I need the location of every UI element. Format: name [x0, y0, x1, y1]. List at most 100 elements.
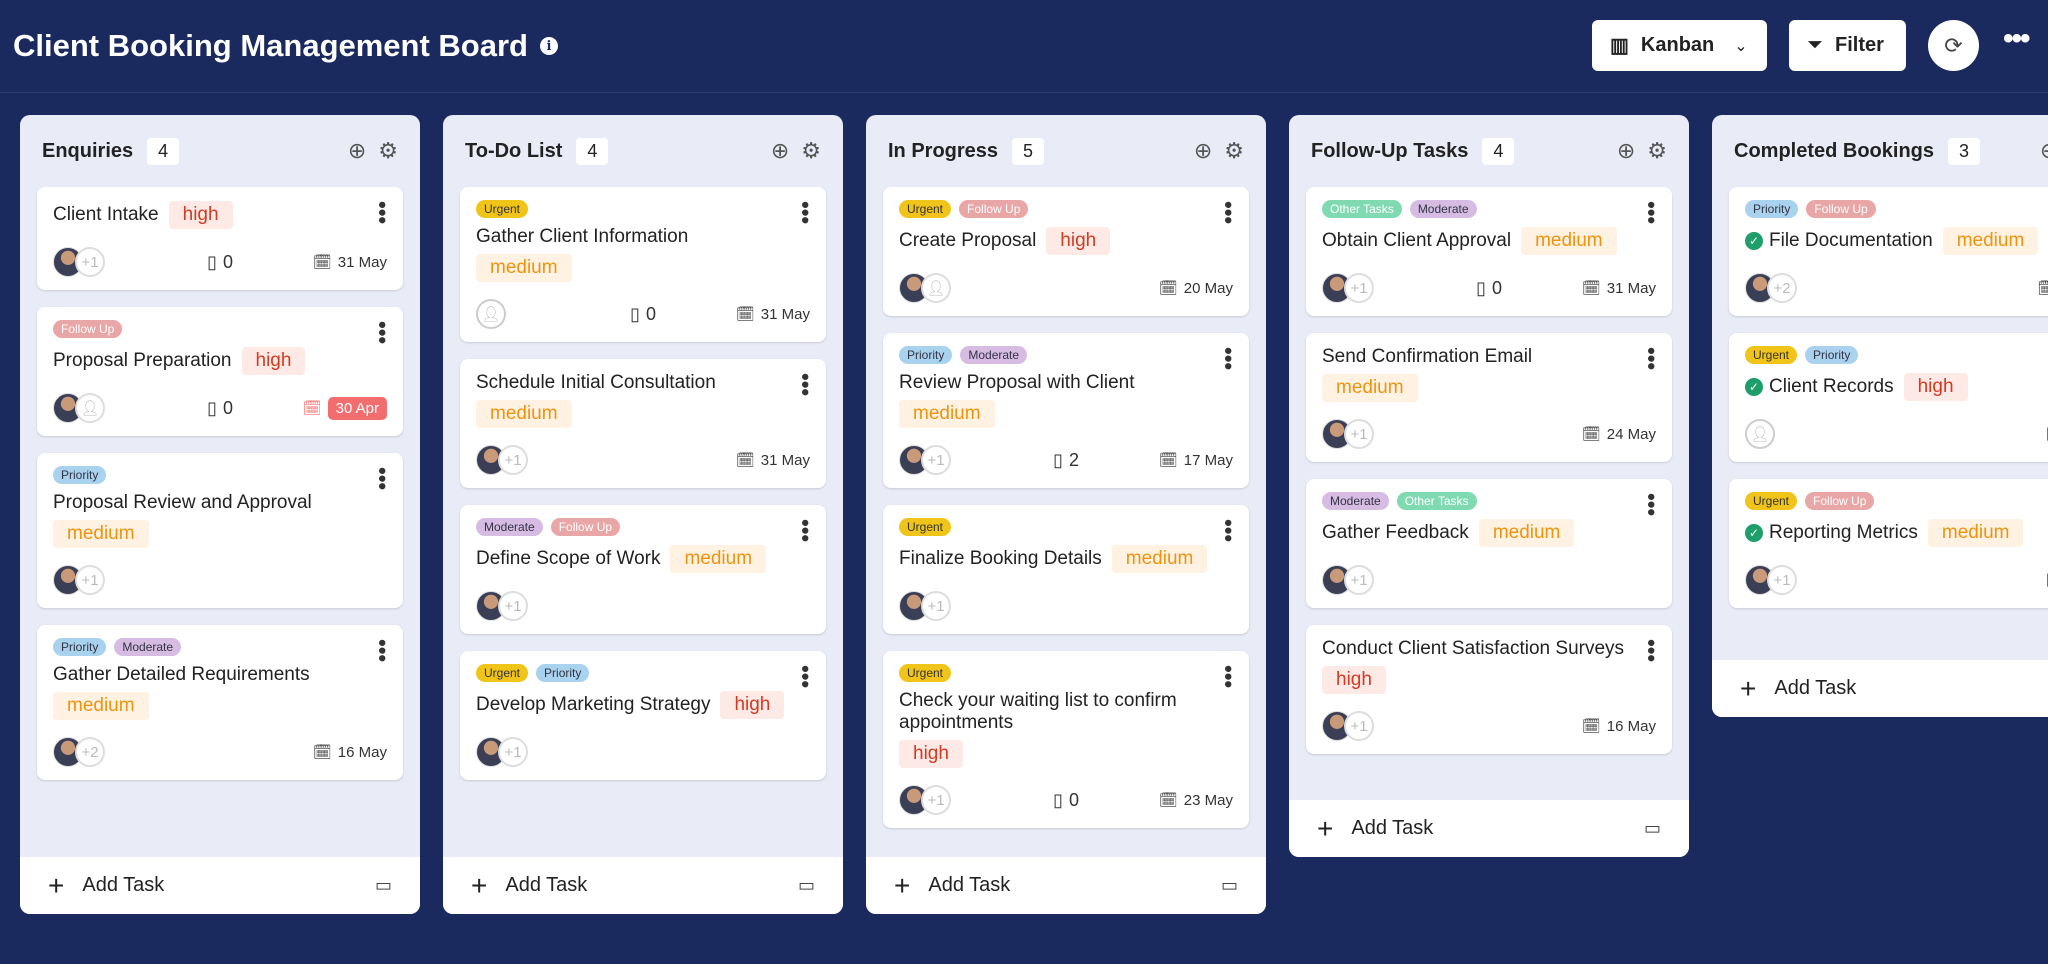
- due-date[interactable]: 🗓︎ 17 May: [1159, 451, 1233, 470]
- task-card[interactable]: Moderate Follow Up Define Scope of Work med…: [460, 505, 826, 634]
- task-title[interactable]: Gather Feedback: [1322, 522, 1469, 544]
- more-options-icon[interactable]: •••: [2003, 22, 2030, 56]
- task-card[interactable]: Priority Follow Up ✓ File Documentation medi…: [1729, 187, 2048, 316]
- task-card[interactable]: Client Intake high ••• +1 ▯ 0 🗓︎ 31 May: [37, 187, 403, 290]
- task-title[interactable]: Check your waiting list to confirm appoi…: [899, 690, 1209, 734]
- task-title[interactable]: Gather Detailed Requirements: [53, 664, 310, 686]
- kebab-menu-icon[interactable]: •••: [370, 321, 395, 344]
- assignees[interactable]: +1: [1322, 273, 1433, 303]
- add-task-button[interactable]: +Add Task▭: [1712, 660, 2048, 717]
- task-title[interactable]: Gather Client Information: [476, 226, 688, 248]
- add-circle-icon[interactable]: ⊕: [348, 138, 366, 164]
- kebab-menu-icon[interactable]: •••: [370, 467, 395, 490]
- task-card[interactable]: UrgentPriority✓Client Recordshigh•••👤︎🗓︎…: [1729, 333, 2048, 462]
- kebab-menu-icon[interactable]: •••: [1639, 347, 1664, 370]
- view-selector[interactable]: ▥ Kanban ⌄: [1592, 20, 1767, 71]
- task-card[interactable]: Conduct Client Satisfaction Surveys high •…: [1306, 625, 1672, 754]
- due-date[interactable]: 🗓︎ 31 May: [1582, 279, 1656, 298]
- refresh-button[interactable]: ⟳: [1928, 20, 1979, 71]
- task-card[interactable]: Schedule Initial Consultation medium ••• +1…: [460, 359, 826, 488]
- assignees[interactable]: 👤︎: [53, 393, 164, 423]
- task-card[interactable]: Urgent Check your waiting list to confirm…: [883, 651, 1249, 828]
- add-circle-icon[interactable]: ⊕: [1617, 138, 1635, 164]
- kebab-menu-icon[interactable]: •••: [793, 665, 818, 688]
- task-card[interactable]: Priority Moderate Gather Detailed Requirem…: [37, 625, 403, 780]
- kebab-menu-icon[interactable]: •••: [1216, 201, 1241, 224]
- assignees[interactable]: +1: [1745, 565, 1856, 595]
- assignees[interactable]: +1: [476, 591, 587, 621]
- due-date[interactable]: 🗓︎ 31 May: [313, 253, 387, 272]
- task-title[interactable]: Send Confirmation Email: [1322, 346, 1532, 368]
- task-title[interactable]: Client Records: [1769, 376, 1894, 398]
- assignees[interactable]: 👤︎: [1745, 419, 1856, 449]
- assignees[interactable]: +1: [1322, 565, 1433, 595]
- card-view-icon[interactable]: ▭: [375, 875, 392, 896]
- task-card[interactable]: Other Tasks Moderate Obtain Client Approva…: [1306, 187, 1672, 316]
- due-date[interactable]: 🗓︎ 20 May: [1159, 279, 1233, 298]
- assignees[interactable]: +1: [1322, 711, 1433, 741]
- task-title[interactable]: Schedule Initial Consultation: [476, 372, 716, 394]
- add-circle-icon[interactable]: ⊕: [1194, 138, 1212, 164]
- card-view-icon[interactable]: ▭: [1644, 818, 1661, 839]
- gear-icon[interactable]: ⚙: [1647, 138, 1667, 164]
- task-title[interactable]: Proposal Review and Approval: [53, 492, 312, 514]
- task-card[interactable]: Send Confirmation Email medium ••• +1 🗓︎ 24 M…: [1306, 333, 1672, 462]
- due-date[interactable]: 🗓︎ 23 May: [1159, 791, 1233, 810]
- gear-icon[interactable]: ⚙: [801, 138, 821, 164]
- due-date[interactable]: 🗓︎ 31 May: [736, 305, 810, 324]
- kebab-menu-icon[interactable]: •••: [370, 201, 395, 224]
- due-date[interactable]: 🗓︎ 24 May: [1582, 425, 1656, 444]
- task-title[interactable]: Define Scope of Work: [476, 548, 660, 570]
- task-card[interactable]: Urgent Priority Develop Marketing Strategy…: [460, 651, 826, 780]
- filter-button[interactable]: ⏷ Filter: [1789, 20, 1906, 71]
- kebab-menu-icon[interactable]: •••: [793, 519, 818, 542]
- task-card[interactable]: Follow Up Proposal Preparation high ••• 👤︎ ▯ 0…: [37, 307, 403, 436]
- kebab-menu-icon[interactable]: •••: [1639, 639, 1664, 662]
- task-card[interactable]: Priority Proposal Review and Approval medi…: [37, 453, 403, 608]
- card-view-icon[interactable]: ▭: [798, 875, 815, 896]
- assignees[interactable]: +1: [1322, 419, 1433, 449]
- add-task-button[interactable]: +Add Task▭: [20, 857, 420, 914]
- task-title[interactable]: Client Intake: [53, 204, 159, 226]
- add-user-icon[interactable]: 👤︎: [921, 273, 951, 303]
- kebab-menu-icon[interactable]: •••: [1216, 665, 1241, 688]
- task-card[interactable]: UrgentFollow Up✓Reporting Metricsmedium•…: [1729, 479, 2048, 608]
- gear-icon[interactable]: ⚙: [1224, 138, 1244, 164]
- task-card[interactable]: Moderate Other Tasks Gather Feedback medium…: [1306, 479, 1672, 608]
- task-card[interactable]: Urgent Gather Client Information medium •••…: [460, 187, 826, 342]
- assignees[interactable]: +1: [899, 785, 1010, 815]
- assignees[interactable]: +1: [53, 565, 164, 595]
- add-user-icon[interactable]: 👤︎: [75, 393, 105, 423]
- task-card[interactable]: Urgent Follow Up Create Proposal high ••• 👤︎ 🗓…: [883, 187, 1249, 316]
- task-title[interactable]: Proposal Preparation: [53, 350, 232, 372]
- add-task-button[interactable]: +Add Task▭: [866, 857, 1266, 914]
- assignees[interactable]: +1: [899, 445, 1010, 475]
- kebab-menu-icon[interactable]: •••: [793, 201, 818, 224]
- gear-icon[interactable]: ⚙: [378, 138, 398, 164]
- add-task-button[interactable]: +Add Task▭: [443, 857, 843, 914]
- due-date[interactable]: 🗓︎23: [2037, 279, 2048, 297]
- card-view-icon[interactable]: ▭: [1221, 875, 1238, 896]
- due-date[interactable]: 🗓︎ 16 May: [1582, 717, 1656, 736]
- task-title[interactable]: File Documentation: [1769, 230, 1933, 252]
- assignees[interactable]: 👤︎: [476, 299, 587, 329]
- kebab-menu-icon[interactable]: •••: [1216, 519, 1241, 542]
- kebab-menu-icon[interactable]: •••: [1639, 201, 1664, 224]
- task-title[interactable]: Reporting Metrics: [1769, 522, 1918, 544]
- kebab-menu-icon[interactable]: •••: [370, 639, 395, 662]
- assignees[interactable]: +2: [1745, 273, 1856, 303]
- task-title[interactable]: Conduct Client Satisfaction Surveys: [1322, 638, 1624, 660]
- info-icon[interactable]: i: [539, 37, 558, 55]
- add-circle-icon[interactable]: ⊕: [771, 138, 789, 164]
- kebab-menu-icon[interactable]: •••: [1216, 347, 1241, 370]
- due-date[interactable]: 🗓︎ 30 Apr: [303, 396, 387, 420]
- kebab-menu-icon[interactable]: •••: [793, 373, 818, 396]
- assignees[interactable]: 👤︎: [899, 273, 1010, 303]
- add-circle-icon[interactable]: ⊕: [2040, 138, 2048, 164]
- assignees[interactable]: +1: [53, 247, 164, 277]
- task-title[interactable]: Obtain Client Approval: [1322, 230, 1511, 252]
- due-date[interactable]: 🗓︎ 31 May: [736, 451, 810, 470]
- task-card[interactable]: Priority Moderate Review Proposal with Cli…: [883, 333, 1249, 488]
- task-card[interactable]: Urgent Finalize Booking Details medium ••• +…: [883, 505, 1249, 634]
- add-task-button[interactable]: +Add Task▭: [1289, 800, 1689, 857]
